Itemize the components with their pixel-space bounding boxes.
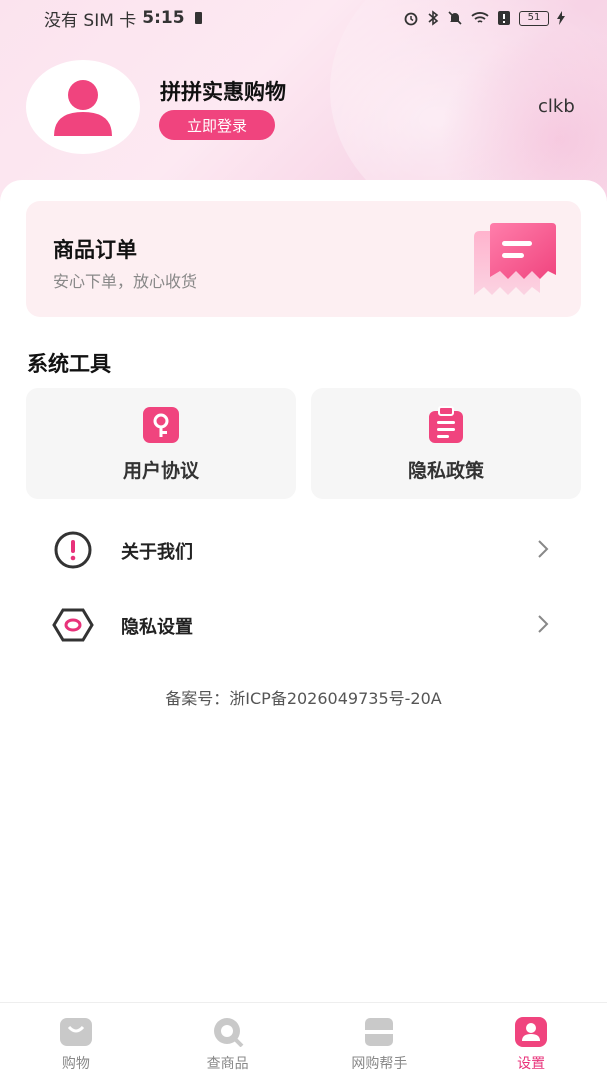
menu-item-privacy-settings[interactable]: 隐私设置 <box>0 595 607 655</box>
tab-label: 购物 <box>61 1056 90 1072</box>
shopping-bag-icon <box>59 1018 92 1046</box>
user-tag: clkb <box>538 96 575 117</box>
chevron-right-icon <box>538 615 549 633</box>
tab-label: 设置 <box>517 1056 546 1072</box>
clipboard-icon <box>429 406 463 443</box>
tab-label: 网购帮手 <box>351 1056 408 1072</box>
tab-settings[interactable]: 设置 <box>455 1003 607 1080</box>
key-document-icon <box>143 407 179 443</box>
status-bar: 没有 SIM 卡 5:15 51 <box>0 0 607 36</box>
carrier-text: 没有 SIM 卡 <box>44 10 137 31</box>
privacy-policy-card[interactable]: 隐私政策 <box>311 388 581 499</box>
tab-search-goods[interactable]: 查商品 <box>152 1003 304 1080</box>
app-name: 拼拼实惠购物 <box>160 80 286 104</box>
order-receipt-icon <box>474 223 556 295</box>
order-card[interactable]: 商品订单 安心下单，放心收货 <box>26 201 581 317</box>
tab-shopping[interactable]: 购物 <box>0 1003 152 1080</box>
user-settings-icon <box>515 1017 548 1047</box>
tab-shopping-helper[interactable]: 网购帮手 <box>304 1003 456 1080</box>
section-title-tools: 系统工具 <box>27 352 111 376</box>
alarm-icon <box>404 12 418 26</box>
battery-indicator: 51 <box>519 10 549 26</box>
about-us-label: 关于我们 <box>121 542 193 563</box>
privacy-settings-label: 隐私设置 <box>121 617 193 638</box>
alert-icon <box>498 11 510 25</box>
charging-icon <box>557 11 565 25</box>
user-agreement-card[interactable]: 用户协议 <box>26 388 296 499</box>
mute-icon <box>448 11 462 25</box>
chevron-right-icon <box>538 540 549 558</box>
avatar[interactable] <box>26 60 140 154</box>
sim-icon <box>194 12 202 24</box>
bottom-tab-bar: 购物 查商品 网购帮手 设置 <box>0 1002 607 1080</box>
wifi-icon <box>471 12 489 23</box>
privacy-policy-label: 隐私政策 <box>407 460 484 482</box>
search-icon <box>213 1018 244 1047</box>
hexagon-icon <box>52 608 94 642</box>
icp-record: 备案号：浙ICP备2026049735号-20A <box>165 689 442 708</box>
menu-item-about-us[interactable]: 关于我们 <box>0 520 607 580</box>
order-title: 商品订单 <box>53 238 137 262</box>
helper-icon <box>365 1018 394 1046</box>
info-circle-icon <box>54 531 92 569</box>
tab-label: 查商品 <box>206 1056 249 1072</box>
order-subtitle: 安心下单，放心收货 <box>53 272 198 291</box>
login-button[interactable]: 立即登录 <box>159 110 275 140</box>
bluetooth-icon <box>428 10 439 26</box>
user-avatar-icon <box>54 80 112 136</box>
time-text: 5:15 <box>142 8 185 28</box>
user-agreement-label: 用户协议 <box>122 460 199 482</box>
